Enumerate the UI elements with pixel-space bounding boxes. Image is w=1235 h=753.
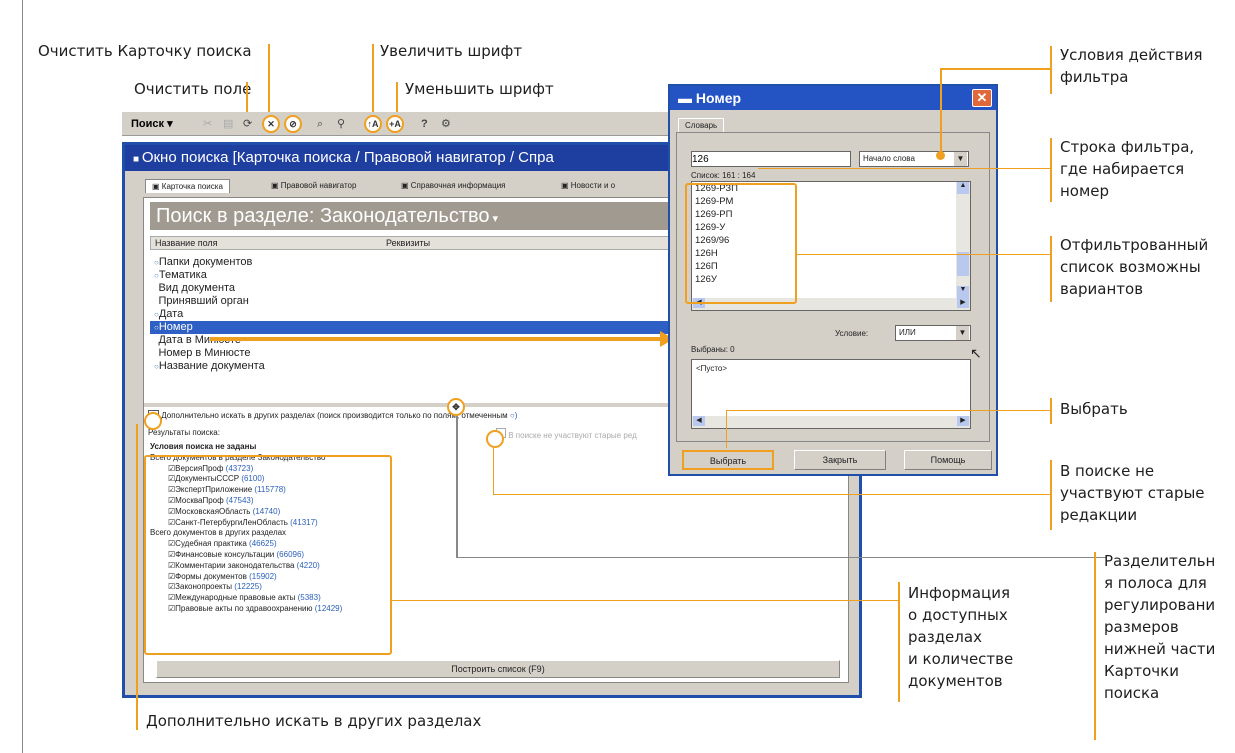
filter-icon[interactable]: ⚲	[334, 115, 348, 133]
annotation-decrease-font: Уменьшить шрифт	[405, 80, 554, 98]
settings-icon[interactable]: ⚙	[438, 115, 454, 133]
old-editions-label: В поиске не участвуют старые ред	[508, 431, 637, 440]
scroll-right-icon[interactable]: ▶	[957, 298, 969, 308]
dialog-icon: ▬	[678, 90, 696, 106]
annotation-increase-font: Увеличить шрифт	[380, 42, 523, 60]
results-highlight	[144, 455, 392, 655]
cut-icon[interactable]: ✂	[200, 115, 215, 133]
list-count: Список: 161 : 164	[691, 171, 756, 180]
filter-mode-select[interactable]: Начало слова ▼	[859, 151, 969, 167]
dialog-title: Номер	[695, 90, 742, 106]
annotation-sections-info: Информация о доступных разделах и количеств…	[908, 584, 1014, 690]
tab-news[interactable]: ▣ Новости и о	[555, 179, 621, 192]
annotation-old-editions: В поиске не участвуют старые редакции	[1060, 462, 1205, 524]
also-search-marker-icon	[144, 412, 162, 430]
scroll-right-icon[interactable]: ▶	[957, 416, 969, 426]
annotation-filter-row: Строка фильтра, где набирается номер	[1060, 138, 1195, 200]
circle-marker-icon: ○)	[509, 411, 518, 420]
old-editions-row: В поиске не участвуют старые ред	[496, 428, 637, 440]
search-icon[interactable]: ⌕	[314, 115, 326, 133]
col-name-header: Название поля	[155, 238, 218, 248]
old-editions-marker-icon	[486, 430, 504, 448]
field-label: Вид документа	[158, 282, 236, 294]
annotation-filter-cond: Условия действия фильтра	[1060, 46, 1203, 86]
window-title: Окно поиска [Карточка поиска / Правовой …	[141, 149, 554, 166]
field-label: Номер	[158, 321, 193, 333]
chevron-down-icon: ▼	[954, 152, 967, 166]
field-label: Название документа	[158, 360, 265, 372]
filter-input[interactable]	[691, 151, 851, 167]
filter-cond-dot	[936, 151, 945, 160]
annotation-filtered-list: Отфильтрованный список возможны вариантов	[1060, 236, 1209, 298]
results-label: Результаты поиска:	[148, 428, 220, 437]
annotation-select: Выбрать	[1060, 400, 1128, 418]
window-icon: ■	[133, 154, 142, 165]
page-left-rule	[22, 0, 23, 753]
mouse-cursor-icon: ↖	[970, 345, 982, 361]
selected-empty-text: <Пусто>	[696, 364, 728, 373]
splitter-hline	[456, 557, 1106, 558]
decrease-font-icon[interactable]: +A	[386, 115, 404, 133]
annotation-clear-field: Очистить поле	[134, 80, 252, 98]
selected-scrollbar[interactable]: ◀ ▶	[692, 416, 970, 428]
field-label: Тематика	[158, 269, 207, 281]
help-icon[interactable]: ?	[418, 115, 431, 133]
drag-arrow	[210, 337, 666, 341]
annotation-clear-card: Очистить Карточку поиска	[38, 42, 252, 60]
scroll-thumb[interactable]	[957, 252, 969, 276]
tab-search-card[interactable]: ▣ Карточка поиска	[145, 179, 230, 193]
tab-reference-info[interactable]: ▣ Справочная информация	[395, 179, 512, 192]
filtered-list-highlight	[685, 183, 797, 304]
scroll-down-icon[interactable]: ▼	[957, 286, 969, 298]
field-label: Принявший орган	[158, 295, 249, 307]
selected-label: Выбраны: 0	[691, 345, 735, 354]
select-button[interactable]: Выбрать	[682, 450, 774, 470]
chevron-down-icon: ▼	[956, 326, 969, 340]
clear-card-button-icon[interactable]: ⊘	[284, 115, 302, 133]
scroll-left-icon[interactable]: ◀	[693, 416, 705, 426]
col-req-header: Реквизиты	[386, 238, 431, 248]
dialog-titlebar: ▬ Номер ✕	[670, 86, 996, 110]
condition-label: Условие:	[835, 329, 869, 338]
list-vscrollbar[interactable]: ▲ ▼	[956, 182, 970, 298]
help-button[interactable]: Помощь	[904, 450, 992, 470]
selected-list: <Пусто> ◀ ▶	[691, 359, 971, 429]
build-list-button[interactable]: Построить список (F9)	[156, 660, 840, 678]
field-label: Дата	[158, 308, 184, 320]
scroll-up-icon[interactable]: ▲	[957, 182, 969, 194]
increase-font-icon[interactable]: ↑A	[364, 115, 382, 133]
field-label: Папки документов	[158, 256, 253, 268]
field-label: Номер в Минюсте	[158, 347, 251, 359]
chevron-down-icon[interactable]: ▾	[490, 213, 499, 225]
refresh-icon[interactable]: ⟳	[240, 115, 255, 133]
search-menu-button[interactable]: Поиск ▾	[128, 115, 176, 133]
paste-icon[interactable]: ▤	[220, 115, 236, 133]
tab-legal-navigator[interactable]: ▣ Правовой навигатор	[265, 179, 362, 192]
annotation-also-search: Дополнительно искать в других разделах	[146, 712, 482, 730]
clear-field-icon[interactable]: ✕	[262, 115, 280, 133]
tab-dictionary[interactable]: Словарь	[678, 118, 725, 132]
splitter-drag-icon[interactable]: ✥	[447, 398, 465, 416]
condition-select[interactable]: ИЛИ ▼	[895, 325, 971, 341]
close-icon[interactable]: ✕	[972, 89, 992, 107]
close-button[interactable]: Закрыть	[794, 450, 886, 470]
annotation-splitter: Разделительн я полоса для регулировани разм…	[1104, 552, 1216, 702]
splitter-marker	[456, 408, 458, 558]
